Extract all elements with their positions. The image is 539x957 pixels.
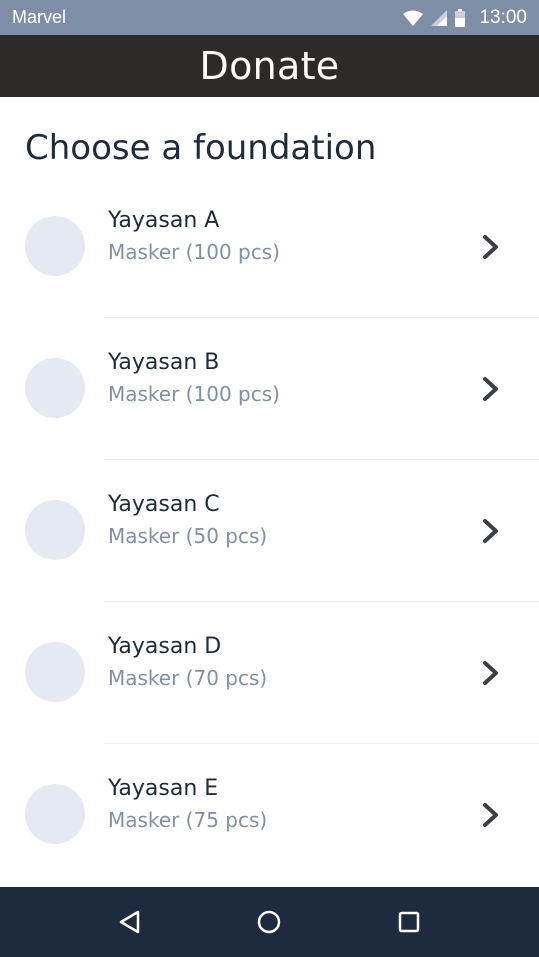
foundation-item-a[interactable]: Yayasan A Masker (100 pcs) (0, 176, 539, 318)
foundation-list: Yayasan A Masker (100 pcs) Yayasan B Mas… (0, 176, 539, 886)
page-title: Donate (199, 44, 340, 88)
foundation-item-c[interactable]: Yayasan C Masker (50 pcs) (0, 460, 539, 602)
chevron-right-icon (480, 802, 502, 828)
foundation-description: Masker (50 pcs) (108, 524, 268, 548)
chevron-right-icon (480, 376, 502, 402)
status-bar: Marvel 13:00 (0, 0, 539, 35)
foundation-name: Yayasan D (108, 634, 222, 659)
avatar (25, 216, 85, 276)
avatar (25, 500, 85, 560)
foundation-name: Yayasan A (108, 208, 220, 233)
chevron-right-icon (480, 234, 502, 260)
carrier-name: Marvel (12, 7, 67, 27)
foundation-description: Masker (75 pcs) (108, 808, 268, 832)
foundation-description: Masker (70 pcs) (108, 666, 268, 690)
foundation-item-b[interactable]: Yayasan B Masker (100 pcs) (0, 318, 539, 460)
foundation-name: Yayasan C (108, 492, 220, 517)
foundation-item-d[interactable]: Yayasan D Masker (70 pcs) (0, 602, 539, 744)
system-nav-bar (0, 887, 539, 957)
recents-icon[interactable] (389, 902, 429, 942)
status-icons: 13:00 (403, 7, 527, 29)
avatar (25, 358, 85, 418)
foundation-item-e[interactable]: Yayasan E Masker (75 pcs) (0, 744, 539, 886)
foundation-name: Yayasan B (108, 350, 220, 375)
foundation-name: Yayasan E (108, 776, 219, 801)
foundation-description: Masker (100 pcs) (108, 240, 280, 264)
app-bar: Donate (0, 35, 539, 97)
wifi-icon (403, 10, 424, 26)
foundation-description: Masker (100 pcs) (108, 382, 280, 406)
clock: 13:00 (479, 6, 527, 28)
signal-icon (431, 9, 448, 26)
battery-icon (455, 8, 466, 27)
chevron-right-icon (480, 518, 502, 544)
chevron-right-icon (480, 660, 502, 686)
avatar (25, 642, 85, 702)
home-icon[interactable] (249, 902, 289, 942)
avatar (25, 784, 85, 844)
section-heading: Choose a foundation (25, 128, 377, 168)
back-icon[interactable] (110, 902, 150, 942)
